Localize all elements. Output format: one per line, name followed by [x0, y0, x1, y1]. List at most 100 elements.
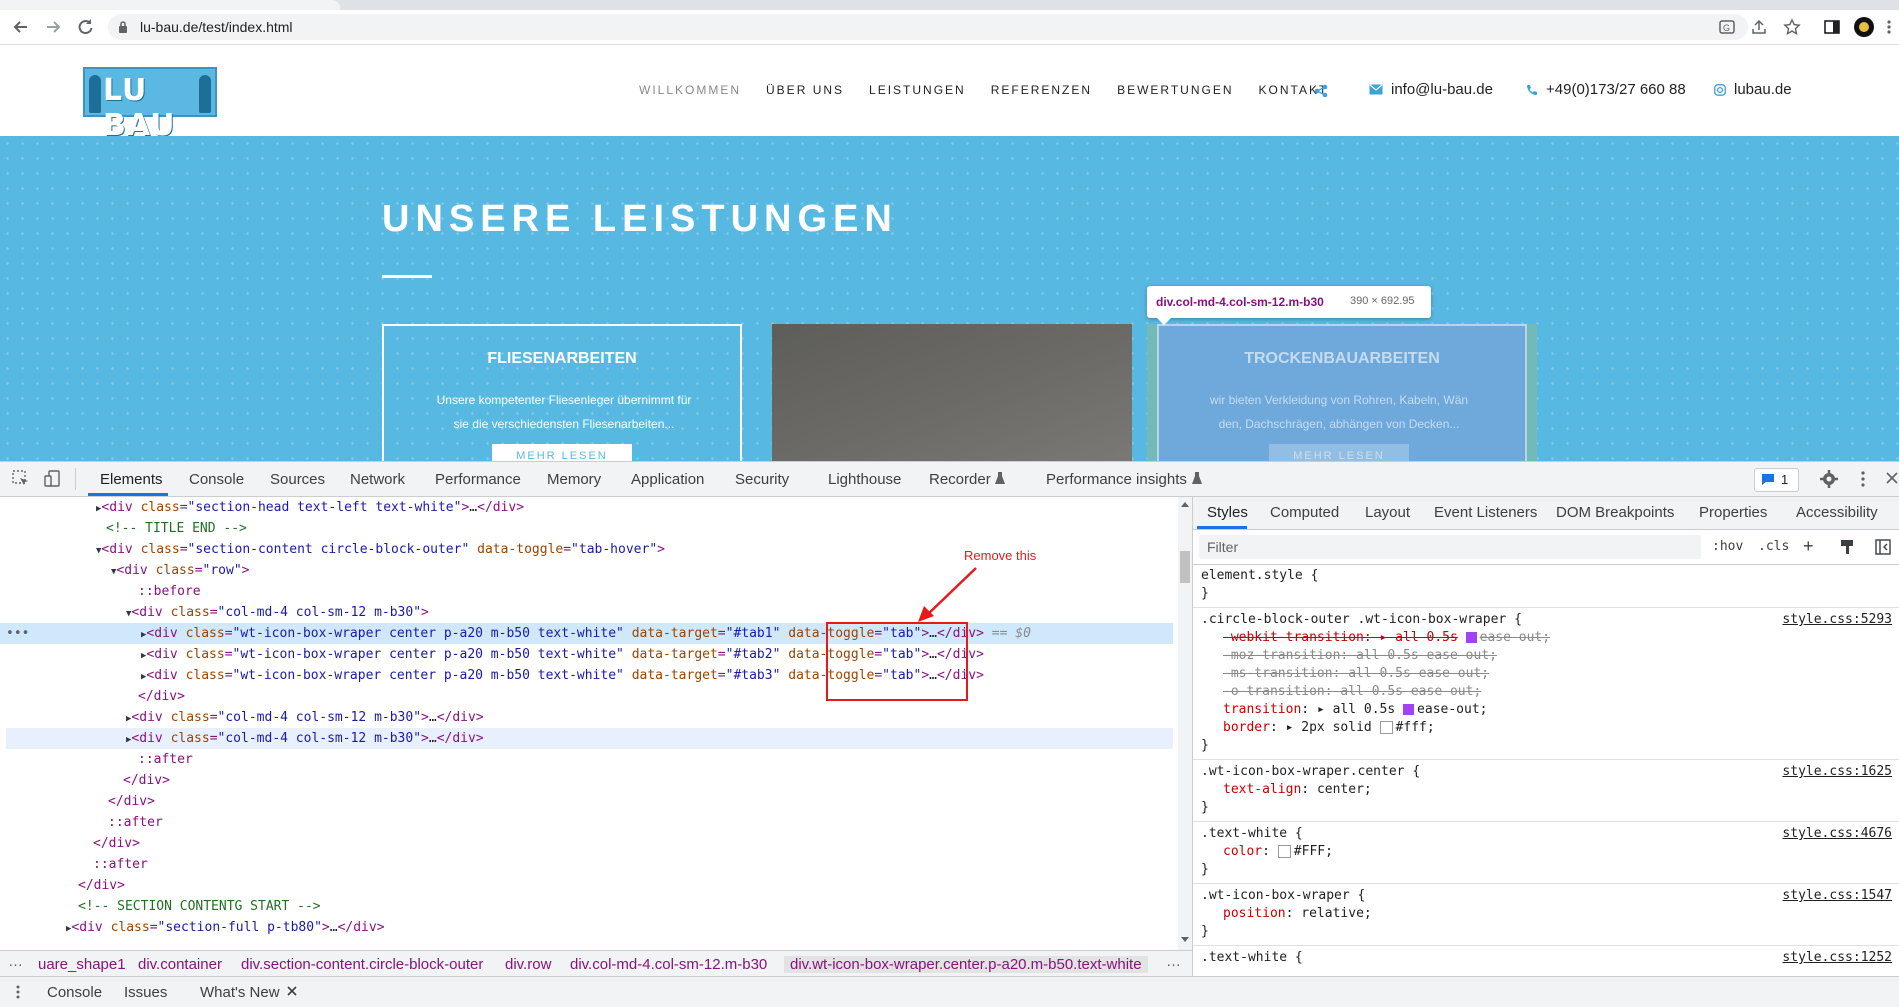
css-property[interactable]: text-align: center; — [1193, 781, 1899, 799]
breadcrumb-item[interactable]: div.container — [138, 956, 222, 973]
css-property-overridden[interactable]: -ms-transition: all 0.5s ease-out; — [1193, 665, 1899, 683]
dom-close-tag[interactable]: </div> — [0, 791, 1173, 812]
service-card-trockenbauarbeiten[interactable]: TROCKENBAUARBEITEN wir bieten Verkleidun… — [1157, 324, 1527, 461]
profile-avatar-icon[interactable] — [1853, 16, 1875, 38]
tab-security[interactable]: Security — [735, 471, 789, 488]
service-card-fliesenarbeiten[interactable]: FLIESENARBEITEN Unsere kompetenter Flies… — [382, 324, 742, 461]
dom-node[interactable]: ▶<div class="wt-icon-box-wraper center p… — [0, 665, 1173, 686]
css-rule[interactable]: .wt-icon-box-wraper.center {style.css:16… — [1193, 760, 1899, 822]
read-more-button[interactable]: MEHR LESEN — [492, 444, 632, 461]
drawer-menu-icon[interactable] — [16, 985, 20, 999]
nav-leistungen[interactable]: LEISTUNGEN — [869, 83, 966, 97]
device-toolbar-icon[interactable] — [44, 470, 62, 488]
share-icon[interactable] — [1750, 18, 1768, 36]
contact-phone[interactable]: +49(0)173/27 660 88 — [1526, 81, 1686, 98]
translate-icon[interactable]: G — [1718, 18, 1736, 36]
tab-application[interactable]: Application — [631, 471, 704, 488]
css-property[interactable]: color: #FFF; — [1193, 843, 1899, 861]
paint-brush-icon[interactable] — [1839, 539, 1855, 555]
scrollbar-thumb[interactable] — [1180, 551, 1190, 583]
ellipsis-icon[interactable]: ••• — [6, 623, 29, 644]
close-tab-icon[interactable] — [287, 986, 297, 996]
tab-properties[interactable]: Properties — [1699, 504, 1767, 521]
filter-input[interactable]: Filter — [1199, 535, 1701, 559]
address-bar[interactable]: lu-bau.de/test/index.html G — [108, 14, 1748, 40]
dom-close-tag[interactable]: </div> — [0, 833, 1173, 854]
nav-ueber-uns[interactable]: ÜBER UNS — [766, 83, 844, 97]
dom-tree-scrollbar[interactable] — [1178, 497, 1192, 950]
css-property-overridden[interactable]: -webkit-transition: ▸ all 0.5s ease-out; — [1193, 629, 1899, 647]
lock-icon[interactable] — [118, 21, 128, 33]
tab-performance-insights[interactable]: Performance insights — [1046, 471, 1187, 488]
dom-close-tag[interactable]: </div> — [0, 875, 1173, 896]
tab-network[interactable]: Network — [350, 471, 405, 488]
dom-node[interactable]: ▶<div class="section-head text-left text… — [0, 497, 1173, 518]
dom-pseudo[interactable]: ::before — [0, 581, 1173, 602]
toggle-sidebar-icon[interactable] — [1875, 539, 1891, 555]
tab-recorder[interactable]: Recorder — [929, 471, 991, 488]
service-card-image[interactable] — [772, 324, 1132, 461]
drawer-tab-whats-new[interactable]: What's New — [200, 984, 280, 1001]
dom-comment[interactable]: <!-- SECTION CONTENTG START --> — [0, 896, 1173, 917]
tab-console[interactable]: Console — [189, 471, 244, 488]
css-source-link[interactable]: style.css:1625 — [1782, 763, 1892, 781]
site-logo[interactable]: LU BAU — [83, 67, 217, 143]
css-rule[interactable]: element.style { } — [1193, 564, 1899, 608]
css-rule[interactable]: .text-white {style.css:1252 — [1193, 946, 1899, 971]
css-source-link[interactable]: style.css:1547 — [1782, 887, 1892, 905]
reload-icon[interactable] — [75, 17, 95, 37]
active-tab[interactable] — [0, 0, 340, 10]
breadcrumb-item-current[interactable]: div.wt-icon-box-wraper.center.p-a20.m-b5… — [784, 956, 1148, 973]
side-panel-icon[interactable] — [1823, 18, 1841, 36]
dom-node[interactable]: ▶<div class="section-full p-tb80">…</div… — [0, 917, 1173, 938]
dom-close-tag[interactable]: </div> — [0, 686, 1173, 707]
css-source-link[interactable]: style.css:1252 — [1782, 949, 1892, 967]
breadcrumb-item[interactable]: uare_shape1 — [38, 956, 126, 973]
tab-accessibility[interactable]: Accessibility — [1796, 504, 1878, 521]
dom-node[interactable]: ▶<div class="col-md-4 col-sm-12 m-b30">…… — [6, 728, 1173, 749]
back-icon[interactable] — [11, 17, 31, 37]
css-property-overridden[interactable]: -moz-transition: all 0.5s ease-out; — [1193, 647, 1899, 665]
css-property[interactable]: position: relative; — [1193, 905, 1899, 923]
cls-toggle[interactable]: .cls — [1758, 539, 1789, 554]
issues-badge[interactable]: 1 — [1754, 468, 1799, 492]
css-property[interactable]: transition: ▸ all 0.5s ease-out; — [1193, 701, 1899, 719]
scroll-down-icon[interactable] — [1181, 937, 1189, 943]
easing-swatch-icon[interactable] — [1403, 704, 1415, 715]
menu-icon[interactable] — [1885, 18, 1895, 36]
scroll-up-icon[interactable] — [1181, 501, 1189, 507]
css-rule[interactable]: .wt-icon-box-wraper {style.css:1547 posi… — [1193, 884, 1899, 946]
close-devtools-icon[interactable] — [1886, 472, 1898, 484]
breadcrumb-item[interactable]: div.row — [505, 956, 551, 973]
breadcrumb-item[interactable]: div.section-content.circle-block-outer — [241, 956, 483, 973]
css-property-overridden[interactable]: -o-transition: all 0.5s ease-out; — [1193, 683, 1899, 701]
tab-memory[interactable]: Memory — [547, 471, 601, 488]
bookmark-star-icon[interactable] — [1783, 18, 1801, 36]
read-more-button[interactable]: MEHR LESEN — [1269, 444, 1409, 461]
tab-performance[interactable]: Performance — [435, 471, 521, 488]
drawer-tab-issues[interactable]: Issues — [124, 984, 167, 1001]
contact-email[interactable]: info@lu-bau.de — [1369, 81, 1493, 98]
dom-node[interactable]: ▶<div class="col-md-4 col-sm-12 m-b30">…… — [0, 707, 1173, 728]
forward-icon[interactable] — [43, 17, 63, 37]
dom-node[interactable]: ▼<div class="col-md-4 col-sm-12 m-b30"> — [0, 602, 1173, 623]
dom-node[interactable]: ▶<div class="wt-icon-box-wraper center p… — [0, 644, 1173, 665]
settings-gear-icon[interactable] — [1820, 470, 1838, 488]
tab-dom-breakpoints[interactable]: DOM Breakpoints — [1556, 504, 1674, 521]
more-options-icon[interactable] — [1860, 470, 1866, 488]
inspect-element-icon[interactable] — [12, 470, 30, 488]
breadcrumb-item[interactable]: div.col-md-4.col-sm-12.m-b30 — [570, 956, 767, 973]
nav-bewertungen[interactable]: BEWERTUNGEN — [1117, 83, 1233, 97]
share-nodes-icon[interactable] — [1314, 84, 1328, 98]
tab-styles[interactable]: Styles — [1207, 504, 1248, 521]
css-rule[interactable]: .text-white {style.css:4676 color: #FFF;… — [1193, 822, 1899, 884]
dom-node[interactable]: ▼<div class="row"> — [0, 560, 1173, 581]
css-source-link[interactable]: style.css:5293 — [1782, 611, 1892, 629]
css-source-link[interactable]: style.css:4676 — [1782, 825, 1892, 843]
dom-node-selected[interactable]: ••• ▶<div class="wt-icon-box-wraper cent… — [0, 623, 1173, 644]
color-swatch-icon[interactable] — [1379, 721, 1393, 734]
nav-willkommen[interactable]: WILLKOMMEN — [639, 83, 741, 97]
drawer-tab-console[interactable]: Console — [47, 984, 102, 1001]
dom-close-tag[interactable]: </div> — [0, 770, 1173, 791]
tab-elements[interactable]: Elements — [100, 471, 163, 488]
